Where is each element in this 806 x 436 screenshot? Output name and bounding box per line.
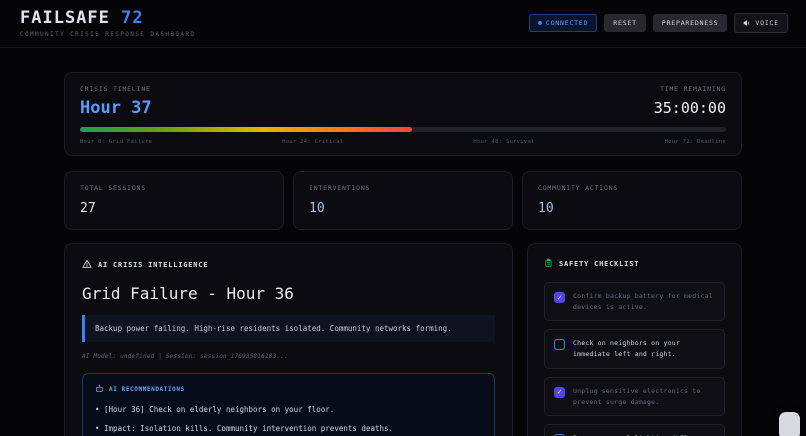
app-title: FAILSAFE 72 [20, 8, 195, 28]
intelligence-header: AI CRISIS INTELLIGENCE [82, 259, 495, 271]
milestone-hour-0: Hour 0: Grid Failure [80, 139, 152, 145]
connection-status-badge[interactable]: CONNECTED [529, 14, 597, 33]
safety-checklist-card: SAFETY CHECKLIST Confirm backup battery … [527, 243, 742, 436]
time-remaining-label: TIME REMAINING [654, 85, 726, 93]
checklist-item[interactable]: Unplug sensitive electronics to prevent … [544, 377, 725, 416]
dashboard-main: CRISIS TIMELINE Hour 37 TIME REMAINING 3… [0, 48, 806, 436]
voice-button-label: VOICE [755, 20, 779, 27]
timeline-progress-fill [80, 127, 412, 132]
app-title-accent: 72 [121, 8, 143, 28]
recommendation-item: [Hour 36] Check on elderly neighbors on … [95, 404, 482, 415]
ai-recommendations-box: AI RECOMMENDATIONS [Hour 36] Check on el… [82, 373, 495, 436]
stat-value: 27 [80, 201, 268, 216]
milestone-hour-72: Hour 72: Deadline [665, 139, 726, 145]
floating-widget-button[interactable] [779, 412, 800, 436]
time-remaining-value: 35:00:00 [654, 99, 726, 117]
stat-card-interventions: INTERVENTIONS 10 [293, 171, 513, 230]
app-header: FAILSAFE 72 COMMUNITY CRISIS RESPONSE DA… [0, 0, 806, 48]
crisis-situation-quote: Backup power failing. High-rise resident… [82, 315, 495, 342]
recommendations-header-label: AI RECOMMENDATIONS [109, 386, 185, 393]
stat-label: COMMUNITY ACTIONS [538, 184, 726, 192]
crisis-timeline-card: CRISIS TIMELINE Hour 37 TIME REMAINING 3… [64, 72, 742, 156]
timeline-milestones: Hour 0: Grid Failure Hour 24: Critical H… [80, 139, 726, 145]
stat-label: INTERVENTIONS [309, 184, 497, 192]
stat-card-total-sessions: TOTAL SESSIONS 27 [64, 171, 284, 230]
header-actions: CONNECTED RESET PREPAREDNESS VOICE [529, 13, 788, 33]
app-branding: FAILSAFE 72 COMMUNITY CRISIS RESPONSE DA… [20, 8, 195, 38]
stat-value: 10 [538, 201, 726, 216]
voice-button[interactable]: VOICE [734, 13, 788, 33]
recommendations-header: AI RECOMMENDATIONS [95, 384, 482, 395]
timeline-progress-track [80, 127, 726, 132]
time-remaining-block: TIME REMAINING 35:00:00 [654, 85, 726, 118]
speaker-icon [743, 19, 751, 27]
milestone-hour-48: Hour 48: Survival [473, 139, 534, 145]
app-subtitle: COMMUNITY CRISIS RESPONSE DASHBOARD [20, 31, 195, 38]
checklist-item-text: Confirm backup battery for medical devic… [573, 291, 715, 312]
preparedness-button[interactable]: PREPAREDNESS [653, 14, 728, 33]
clipboard-icon [544, 258, 553, 270]
checklist-item-text: Check on neighbors on your immediate lef… [573, 338, 715, 359]
stat-value: 10 [309, 201, 497, 216]
timeline-hour-block: CRISIS TIMELINE Hour 37 [80, 85, 152, 118]
stats-row: TOTAL SESSIONS 27 INTERVENTIONS 10 COMMU… [64, 171, 742, 230]
session-meta-text: AI Model: undefined | Session: session_1… [82, 353, 495, 360]
checklist-item[interactable]: Confirm backup battery for medical devic… [544, 282, 725, 321]
robot-icon [95, 384, 104, 395]
milestone-hour-24: Hour 24: Critical [282, 139, 343, 145]
checklist-item[interactable]: Check on neighbors on your immediate lef… [544, 329, 725, 368]
checklist-item-text: Unplug sensitive electronics to prevent … [573, 386, 715, 407]
current-hour-value: Hour 37 [80, 98, 152, 118]
checkbox[interactable] [554, 292, 565, 303]
timeline-top-row: CRISIS TIMELINE Hour 37 TIME REMAINING 3… [80, 85, 726, 118]
warning-triangle-icon [82, 259, 92, 271]
checkbox[interactable] [554, 387, 565, 398]
ai-crisis-intelligence-card: AI CRISIS INTELLIGENCE Grid Failure - Ho… [64, 243, 513, 436]
recommendation-item: Impact: Isolation kills. Community inter… [95, 423, 482, 434]
app-title-main: FAILSAFE [20, 8, 110, 28]
checklist-item[interactable]: Prepare manual lighting (LED lanterns/fl… [544, 424, 725, 436]
bottom-grid: AI CRISIS INTELLIGENCE Grid Failure - Ho… [64, 243, 742, 436]
checklist-header: SAFETY CHECKLIST [544, 258, 725, 270]
intelligence-header-label: AI CRISIS INTELLIGENCE [98, 261, 208, 269]
crisis-event-title: Grid Failure - Hour 36 [82, 284, 495, 303]
stat-card-community-actions: COMMUNITY ACTIONS 10 [522, 171, 742, 230]
checkbox[interactable] [554, 339, 565, 350]
connection-status-label: CONNECTED [546, 20, 588, 27]
checklist-header-label: SAFETY CHECKLIST [559, 260, 639, 268]
stat-label: TOTAL SESSIONS [80, 184, 268, 192]
reset-button[interactable]: RESET [604, 14, 646, 33]
timeline-label: CRISIS TIMELINE [80, 85, 152, 93]
status-dot-icon [538, 21, 542, 25]
